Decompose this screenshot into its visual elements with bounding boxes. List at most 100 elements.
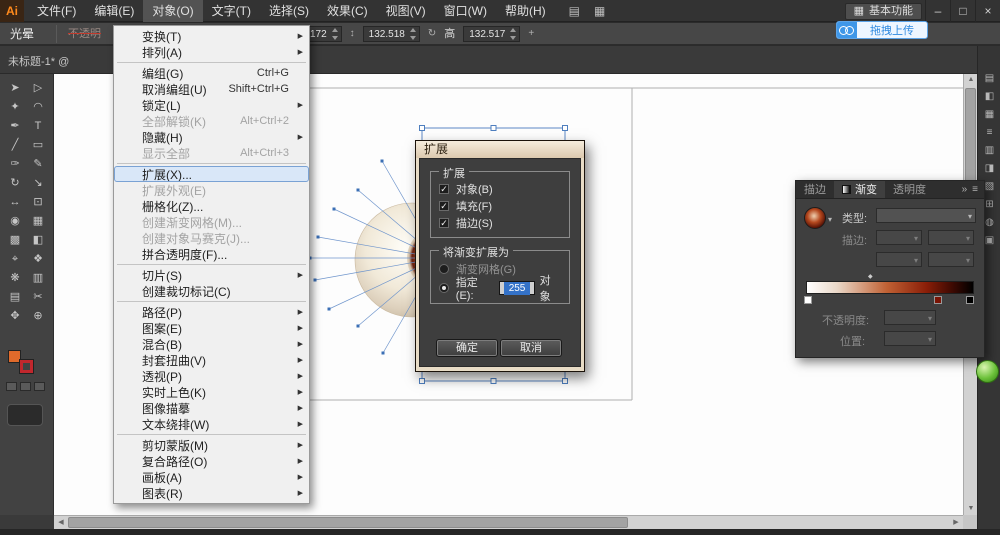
ok-button[interactable]: 确定 [436, 339, 498, 357]
swap-icon[interactable]: ↕ [350, 26, 355, 42]
draw-mode-button[interactable] [7, 404, 43, 426]
menu-item-live-paint[interactable]: 实时上色(K)▶ [114, 384, 309, 400]
checkbox-checked-icon[interactable]: ✓ [439, 218, 449, 228]
menu-item-compound-path[interactable]: 复合路径(O)▶ [114, 453, 309, 469]
menu-item-expand[interactable]: 扩展(X)... [114, 166, 309, 182]
blend-tool[interactable]: ❖ [27, 250, 50, 269]
gradient-swatch[interactable] [804, 207, 826, 229]
menu-item-image-trace[interactable]: 图像描摹▶ [114, 400, 309, 416]
menu-item-path[interactable]: 路径(P)▶ [114, 304, 309, 320]
document-tab[interactable]: 未标题-1* @ [8, 53, 69, 69]
minimize-icon[interactable]: – [925, 0, 950, 22]
workspace-switcher[interactable]: ▦ 基本功能 [845, 3, 922, 20]
checkbox-checked-icon[interactable]: ✓ [439, 201, 449, 211]
close-icon[interactable]: × [975, 0, 1000, 22]
spinner[interactable] [409, 27, 418, 41]
column-graph-tool[interactable]: ▥ [27, 269, 50, 288]
floating-assistant-badge[interactable] [976, 360, 999, 383]
checkbox-object[interactable]: ✓ 对象(B) [439, 180, 561, 197]
type-tool[interactable]: T [27, 117, 50, 136]
panel-dock-icon[interactable]: ≡ [978, 127, 1000, 138]
dialog-title[interactable]: 扩展 [416, 141, 584, 158]
gradient-tool[interactable]: ◧ [27, 231, 50, 250]
gradient-mode-button[interactable] [20, 382, 31, 391]
angle-field[interactable]: ▾ [876, 252, 922, 267]
scale-tool[interactable]: ↘ [27, 174, 50, 193]
panel-dock-icon[interactable]: ▦ [978, 109, 1000, 120]
gradient-stop-white[interactable] [804, 296, 812, 304]
arrange-documents-icon[interactable]: ▦ [594, 4, 605, 18]
cancel-button[interactable]: 取消 [500, 339, 562, 357]
menu-item-create-trim-marks[interactable]: 创建裁切标记(C) [114, 283, 309, 299]
tab-transparency[interactable]: 透明度 [885, 181, 934, 198]
menu-item-clipping-mask[interactable]: 剪切蒙版(M)▶ [114, 437, 309, 453]
aspect-ratio-field[interactable]: ▾ [928, 252, 974, 267]
bridge-icon[interactable]: ▤ [569, 4, 580, 18]
spinner[interactable] [331, 27, 340, 41]
horizontal-scroll-thumb[interactable] [68, 517, 628, 528]
selection-tool[interactable]: ➤ [4, 79, 27, 98]
pencil-tool[interactable]: ✎ [27, 155, 50, 174]
menu-effect[interactable]: 效果(C) [318, 0, 377, 22]
artboard-tool[interactable]: ▤ [4, 288, 27, 307]
stop-position-select[interactable]: ▾ [884, 331, 936, 346]
stroke-style-select-2[interactable]: ▾ [928, 230, 974, 245]
value-field[interactable]: 132.518 [363, 26, 420, 42]
symbol-sprayer-tool[interactable]: ❋ [4, 269, 27, 288]
menu-view[interactable]: 视图(V) [377, 0, 435, 22]
upload-button[interactable]: 拖拽上传 [836, 21, 928, 39]
menu-item-flatten-transparency[interactable]: 拼合透明度(F)... [114, 246, 309, 262]
stop-opacity-select[interactable]: ▾ [884, 310, 936, 325]
menu-item-slice[interactable]: 切片(S)▶ [114, 267, 309, 283]
gradient-type-select[interactable]: ▾ [876, 208, 976, 223]
radio-specify[interactable]: 指定(E): 255 对象 [439, 278, 561, 297]
scroll-up-icon[interactable]: ▲ [964, 74, 978, 86]
checkbox-checked-icon[interactable]: ✓ [439, 184, 449, 194]
stroke-swatch[interactable] [20, 360, 33, 373]
tab-stroke[interactable]: 描边 [796, 181, 834, 198]
panel-dock-icon[interactable]: ▤ [978, 73, 1000, 84]
menu-select[interactable]: 选择(S) [260, 0, 318, 22]
menu-file[interactable]: 文件(F) [28, 0, 85, 22]
rectangle-tool[interactable]: ▭ [27, 136, 50, 155]
eyedropper-tool[interactable]: ⌖ [4, 250, 27, 269]
menu-item-ungroup[interactable]: 取消编组(U)Shift+Ctrl+G [114, 81, 309, 97]
scroll-down-icon[interactable]: ▼ [964, 503, 978, 515]
menu-item-text-wrap[interactable]: 文本绕排(W)▶ [114, 416, 309, 432]
color-mode-button[interactable] [6, 382, 17, 391]
checkbox-fill[interactable]: ✓ 填充(F) [439, 197, 561, 214]
gradient-stop-red[interactable] [934, 296, 942, 304]
magic-wand-tool[interactable]: ✦ [4, 98, 27, 117]
width-tool[interactable]: ↔ [4, 193, 27, 212]
scroll-left-icon[interactable]: ◀ [54, 517, 68, 529]
gradient-midpoint-icon[interactable]: ◆ [868, 273, 873, 280]
gradient-preset-caret-icon[interactable]: ▾ [828, 215, 832, 224]
stroke-style-select-1[interactable]: ▾ [876, 230, 922, 245]
perspective-grid-tool[interactable]: ▦ [27, 212, 50, 231]
panel-menu-icon[interactable]: ≡ [972, 181, 984, 198]
menu-item-artboards[interactable]: 画板(A)▶ [114, 469, 309, 485]
zoom-tool[interactable]: ⊕ [27, 307, 50, 326]
line-segment-tool[interactable]: ╱ [4, 136, 27, 155]
plus-icon[interactable]: + [528, 26, 534, 42]
shape-builder-tool[interactable]: ◉ [4, 212, 27, 231]
menu-item-graph[interactable]: 图表(R)▶ [114, 485, 309, 501]
menu-item-rasterize[interactable]: 栅格化(Z)... [114, 198, 309, 214]
radio-selected-icon[interactable] [439, 283, 449, 293]
horizontal-scrollbar[interactable]: ◀ ▶ [54, 515, 963, 529]
menu-type[interactable]: 文字(T) [203, 0, 260, 22]
gradient-slider-bar[interactable] [806, 281, 974, 294]
menu-item-perspective[interactable]: 透视(P)▶ [114, 368, 309, 384]
menu-item-group[interactable]: 编组(G)Ctrl+G [114, 65, 309, 81]
hand-tool[interactable]: ✥ [4, 307, 27, 326]
specify-objects-input[interactable]: 255 [499, 281, 534, 295]
menu-item-arrange[interactable]: 排列(A)▶ [114, 44, 309, 60]
panel-dock-icon[interactable]: ◧ [978, 91, 1000, 102]
tab-gradient[interactable]: 渐变 [834, 181, 885, 198]
lasso-tool[interactable]: ◠ [27, 98, 50, 117]
rotate-tool[interactable]: ↻ [4, 174, 27, 193]
menu-window[interactable]: 窗口(W) [435, 0, 496, 22]
menu-item-hide[interactable]: 隐藏(H)▶ [114, 129, 309, 145]
maximize-icon[interactable]: □ [950, 0, 975, 22]
mesh-tool[interactable]: ▩ [4, 231, 27, 250]
